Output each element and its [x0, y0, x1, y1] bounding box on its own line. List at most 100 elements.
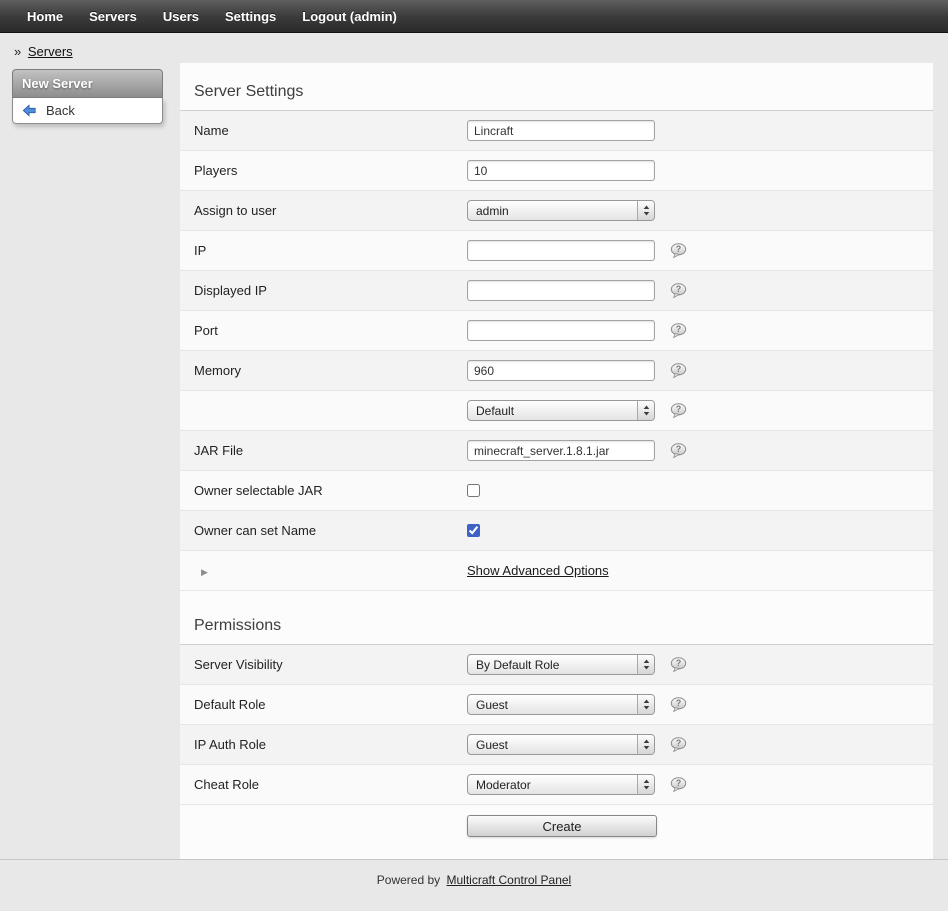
help-icon[interactable]: ? [670, 443, 687, 459]
players-label: Players [194, 163, 467, 178]
form-row-players: Players [180, 151, 933, 191]
select-value: Guest [476, 738, 637, 752]
select-value: Guest [476, 698, 637, 712]
top-nav: Home Servers Users Settings Logout (admi… [0, 0, 948, 33]
select-stepper-icon [637, 201, 654, 220]
form-row-displayed-ip: Displayed IP ? [180, 271, 933, 311]
form-row-ip: IP ? [180, 231, 933, 271]
section-title-permissions: Permissions [180, 591, 933, 645]
name-label: Name [194, 123, 467, 138]
form-row-advanced-options: ▶ Show Advanced Options [180, 551, 933, 591]
ip-input[interactable] [467, 240, 655, 261]
players-input[interactable] [467, 160, 655, 181]
default-role-select[interactable]: Guest [467, 694, 655, 715]
memory-input[interactable] [467, 360, 655, 381]
breadcrumb: » Servers [0, 33, 948, 63]
section-title-server-settings: Server Settings [180, 63, 933, 111]
create-button[interactable]: Create [467, 815, 657, 837]
select-value: Default [476, 404, 637, 418]
svg-text:?: ? [676, 738, 682, 748]
nav-item-settings[interactable]: Settings [212, 9, 289, 24]
displayed-ip-input[interactable] [467, 280, 655, 301]
owner-selectable-jar-checkbox[interactable] [467, 484, 480, 497]
memory-label: Memory [194, 363, 467, 378]
assign-to-user-label: Assign to user [194, 203, 467, 218]
name-input[interactable] [467, 120, 655, 141]
footer: Powered by Multicraft Control Panel [0, 859, 948, 911]
select-stepper-icon [637, 401, 654, 420]
svg-text:?: ? [676, 698, 682, 708]
permissions-rows: Server Visibility By Default Role ? Defa… [180, 645, 933, 805]
help-icon[interactable]: ? [670, 243, 687, 259]
select-stepper-icon [637, 695, 654, 714]
sidebar: New Server Back [12, 69, 163, 124]
port-label: Port [194, 323, 467, 338]
form-row-cheat-role: Cheat Role Moderator ? [180, 765, 933, 805]
help-icon[interactable]: ? [670, 737, 687, 753]
ip-label: IP [194, 243, 467, 258]
breadcrumb-link-servers[interactable]: Servers [28, 44, 73, 59]
port-input[interactable] [467, 320, 655, 341]
form-row-port: Port ? [180, 311, 933, 351]
sidebar-back-link[interactable]: Back [12, 98, 163, 124]
form-row-memory: Memory ? [180, 351, 933, 391]
select-value: Moderator [476, 778, 637, 792]
svg-text:?: ? [676, 404, 682, 414]
server-visibility-select[interactable]: By Default Role [467, 654, 655, 675]
memory-preset-select[interactable]: Default [467, 400, 655, 421]
ip-auth-role-select[interactable]: Guest [467, 734, 655, 755]
form-row-memory-preset: Default ? [180, 391, 933, 431]
jar-file-label: JAR File [194, 443, 467, 458]
form-row-jar-file: JAR File ? [180, 431, 933, 471]
assign-to-user-select[interactable]: admin [467, 200, 655, 221]
footer-multicraft-link[interactable]: Multicraft Control Panel [447, 873, 572, 887]
owner-selectable-jar-label: Owner selectable JAR [194, 483, 467, 498]
ip-auth-role-label: IP Auth Role [194, 737, 467, 752]
help-icon[interactable]: ? [670, 403, 687, 419]
svg-text:?: ? [676, 658, 682, 668]
help-icon[interactable]: ? [670, 363, 687, 379]
form-row-assign-to-user: Assign to user admin [180, 191, 933, 231]
show-advanced-options-link[interactable]: Show Advanced Options [467, 563, 609, 578]
back-arrow-icon [22, 103, 37, 118]
help-icon[interactable]: ? [670, 697, 687, 713]
server-visibility-label: Server Visibility [194, 657, 467, 672]
main-content: Server Settings Name Players Assign to u… [180, 63, 933, 859]
breadcrumb-symbol: » [14, 44, 21, 59]
nav-item-servers[interactable]: Servers [76, 9, 150, 24]
footer-text: Powered by [377, 873, 440, 887]
select-value: admin [476, 204, 637, 218]
form-row-ip-auth-role: IP Auth Role Guest ? [180, 725, 933, 765]
default-role-label: Default Role [194, 697, 467, 712]
cheat-role-label: Cheat Role [194, 777, 467, 792]
help-icon[interactable]: ? [670, 777, 687, 793]
select-stepper-icon [637, 735, 654, 754]
form-row-owner-selectable-jar: Owner selectable JAR [180, 471, 933, 511]
form-row-owner-can-set-name: Owner can set Name [180, 511, 933, 551]
form-row-server-visibility: Server Visibility By Default Role ? [180, 645, 933, 685]
help-icon[interactable]: ? [670, 323, 687, 339]
advanced-options-toggle-label: ▶ [194, 563, 467, 578]
collapsed-triangle-icon: ▶ [194, 567, 208, 577]
cheat-role-select[interactable]: Moderator [467, 774, 655, 795]
nav-item-users[interactable]: Users [150, 9, 212, 24]
select-stepper-icon [637, 775, 654, 794]
select-value: By Default Role [476, 658, 637, 672]
sidebar-back-label: Back [46, 103, 75, 118]
svg-text:?: ? [676, 284, 682, 294]
nav-item-logout[interactable]: Logout (admin) [289, 9, 410, 24]
server-settings-rows: Name Players Assign to user admin [180, 111, 933, 591]
select-stepper-icon [637, 655, 654, 674]
jar-file-input[interactable] [467, 440, 655, 461]
form-row-name: Name [180, 111, 933, 151]
svg-text:?: ? [676, 444, 682, 454]
help-icon[interactable]: ? [670, 283, 687, 299]
owner-can-set-name-checkbox[interactable] [467, 524, 480, 537]
svg-text:?: ? [676, 778, 682, 788]
nav-item-home[interactable]: Home [14, 9, 76, 24]
sidebar-title: New Server [12, 69, 163, 98]
svg-text:?: ? [676, 244, 682, 254]
create-button-row: Create [180, 805, 933, 855]
help-icon[interactable]: ? [670, 657, 687, 673]
owner-can-set-name-label: Owner can set Name [194, 523, 467, 538]
